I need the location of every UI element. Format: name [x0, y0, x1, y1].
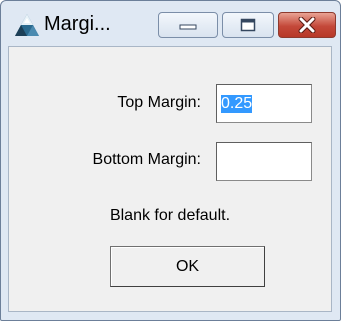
top-margin-label: Top Margin:: [117, 94, 201, 111]
close-icon: [298, 17, 316, 33]
close-button[interactable]: [278, 12, 336, 38]
bottom-margin-input[interactable]: [216, 142, 312, 181]
bottom-margin-label: Bottom Margin:: [92, 151, 201, 168]
app-icon: [14, 13, 40, 37]
default-hint-text: Blank for default.: [109, 207, 231, 224]
minimize-icon: [179, 24, 197, 30]
title-bar[interactable]: Margi...: [1, 1, 340, 45]
ok-button[interactable]: OK: [110, 246, 265, 287]
maximize-icon: [240, 18, 256, 32]
dialog-body: Top Margin: Bottom Margin: Blank for def…: [8, 46, 332, 312]
window-title: Margi...: [44, 13, 111, 35]
margins-dialog: Margi... Top Margin: Bottom Margin: Blan…: [0, 0, 341, 321]
top-margin-input[interactable]: [216, 84, 312, 123]
minimize-button[interactable]: [158, 12, 218, 38]
maximize-button[interactable]: [222, 12, 274, 38]
